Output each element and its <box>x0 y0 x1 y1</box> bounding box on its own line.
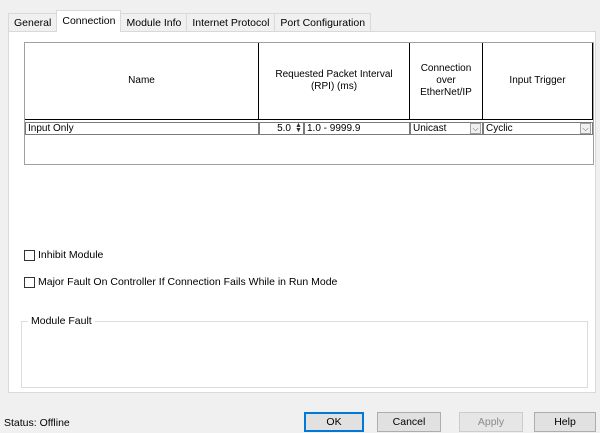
tab-general[interactable]: General <box>8 13 58 32</box>
rpi-range: 1.0 - 9999.9 <box>304 122 410 135</box>
row-name: Input Only <box>25 122 259 135</box>
connection-select[interactable]: Unicast ⌵ <box>410 122 483 135</box>
tab-internet-protocol[interactable]: Internet Protocol <box>186 13 276 32</box>
apply-button[interactable]: Apply <box>459 412 523 432</box>
connection-panel: Name Requested Packet Interval (RPI) (ms… <box>8 31 596 393</box>
status-text: Status: Offline <box>4 417 70 429</box>
help-button[interactable]: Help <box>534 412 596 432</box>
inhibit-module-label: Inhibit Module <box>38 249 104 261</box>
tab-strip: General Connection Module Info Internet … <box>8 10 372 32</box>
cancel-button[interactable]: Cancel <box>377 412 441 432</box>
tab-module-info[interactable]: Module Info <box>120 13 188 32</box>
header-connection[interactable]: Connection over EtherNet/IP <box>410 43 483 120</box>
tab-connection[interactable]: Connection <box>56 10 122 32</box>
connection-value: Unicast <box>413 123 447 134</box>
ok-button[interactable]: OK <box>304 412 364 432</box>
inhibit-module-option[interactable]: Inhibit Module <box>24 249 103 261</box>
input-trigger-select[interactable]: Cyclic ⌵ <box>483 122 593 135</box>
major-fault-label: Major Fault On Controller If Connection … <box>38 276 338 288</box>
header-rpi[interactable]: Requested Packet Interval (RPI) (ms) <box>259 43 410 120</box>
module-fault-label: Module Fault <box>28 315 95 327</box>
inhibit-module-checkbox[interactable] <box>24 249 35 261</box>
connection-grid: Name Requested Packet Interval (RPI) (ms… <box>24 42 594 165</box>
spinner-icon[interactable]: ▲ ▼ <box>294 123 303 134</box>
chevron-down-icon[interactable]: ⌵ <box>580 123 591 134</box>
module-fault-group: Module Fault <box>21 315 588 388</box>
header-input-trigger[interactable]: Input Trigger <box>483 43 593 120</box>
major-fault-option[interactable]: Major Fault On Controller If Connection … <box>24 276 337 288</box>
rpi-input[interactable]: 5.0 ▲ ▼ <box>259 122 304 135</box>
major-fault-checkbox[interactable] <box>24 276 35 288</box>
table-row[interactable]: Input Only 5.0 ▲ ▼ 1.0 - 9999.9 Unicast ⌵… <box>25 122 595 135</box>
tab-port-configuration[interactable]: Port Configuration <box>274 13 372 32</box>
chevron-down-icon[interactable]: ⌵ <box>470 123 481 134</box>
rpi-value: 5.0 <box>277 123 291 134</box>
input-trigger-value: Cyclic <box>486 123 513 134</box>
header-name[interactable]: Name <box>25 43 259 120</box>
